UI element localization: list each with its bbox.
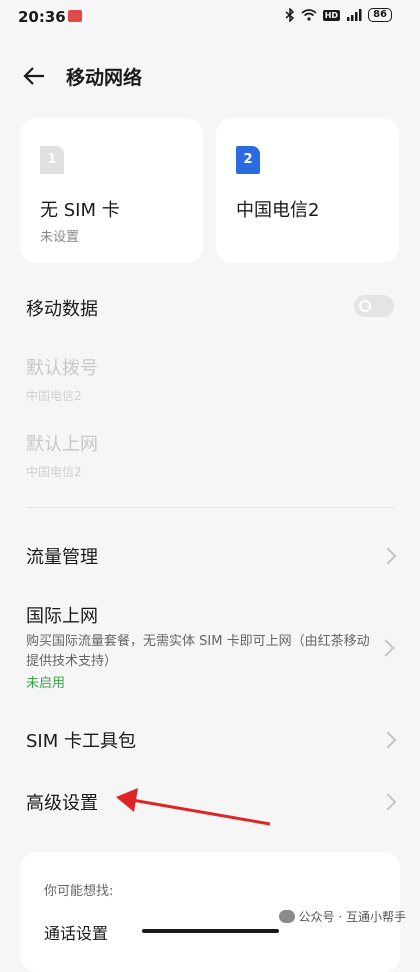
default-dial-label: 默认拨号	[26, 358, 98, 379]
advanced-settings-row[interactable]: 高级设置	[26, 789, 397, 815]
status-bar: 20:36 HD 86	[0, 0, 420, 34]
international-roaming-label: 国际上网	[26, 606, 98, 627]
back-arrow-icon[interactable]	[22, 64, 46, 88]
sim-card-2[interactable]: 2 中国电信2	[216, 118, 399, 263]
mobile-data-toggle[interactable]	[354, 295, 394, 317]
header: 移动网络	[0, 54, 420, 98]
status-icons: HD 86	[285, 8, 392, 22]
watermark-text: 公众号 · 互通小帮手	[298, 910, 406, 924]
default-internet-label: 默认上网	[26, 434, 98, 455]
mobile-data-row[interactable]: 移动数据	[26, 295, 394, 321]
sim-toolkit-row[interactable]: SIM 卡工具包	[26, 727, 397, 753]
sim-1-name: 无 SIM 卡	[40, 200, 120, 221]
section-divider	[26, 507, 394, 508]
home-indicator[interactable]	[142, 929, 279, 933]
toggle-knob	[359, 300, 371, 312]
sim-2-name: 中国电信2	[236, 200, 320, 221]
bluetooth-icon	[285, 8, 294, 22]
suggestion-item-call-settings[interactable]: 通话设置	[44, 920, 108, 944]
suggestions-title: 你可能想找:	[44, 884, 114, 899]
notification-icon	[68, 10, 82, 22]
sim-slot-1-icon: 1	[40, 146, 64, 174]
advanced-settings-label: 高级设置	[26, 793, 98, 814]
international-roaming-row[interactable]: 国际上网 购买国际流量套餐，无需实体 SIM 卡即可上网（由红茶移动提供技术支持…	[26, 602, 370, 694]
sim-1-status: 未设置	[40, 230, 80, 245]
international-roaming-description: 购买国际流量套餐，无需实体 SIM 卡即可上网（由红茶移动提供技术支持）	[26, 634, 370, 669]
page-title: 移动网络	[66, 67, 143, 89]
sim-slot-2-icon: 2	[236, 146, 260, 174]
sim-toolkit-label: SIM 卡工具包	[26, 731, 136, 752]
traffic-management-row[interactable]: 流量管理	[26, 543, 397, 569]
chevron-right-icon	[377, 639, 395, 657]
default-dial-row: 默认拨号 中国电信2	[26, 354, 394, 406]
traffic-management-label: 流量管理	[26, 547, 98, 568]
status-time: 20:36	[18, 8, 66, 26]
sim-card-1[interactable]: 1 无 SIM 卡 未设置	[20, 118, 203, 263]
wifi-icon	[301, 9, 317, 21]
watermark: 公众号 · 互通小帮手	[278, 908, 406, 925]
battery-indicator: 86	[368, 8, 392, 22]
wechat-icon	[278, 910, 295, 923]
mobile-data-label: 移动数据	[26, 299, 98, 320]
default-internet-row: 默认上网 中国电信2	[26, 430, 394, 482]
signal-icon	[347, 9, 362, 21]
international-roaming-status: 未启用	[26, 676, 66, 691]
default-dial-value: 中国电信2	[26, 389, 82, 403]
default-internet-value: 中国电信2	[26, 465, 82, 479]
hd-icon: HD	[322, 9, 341, 21]
